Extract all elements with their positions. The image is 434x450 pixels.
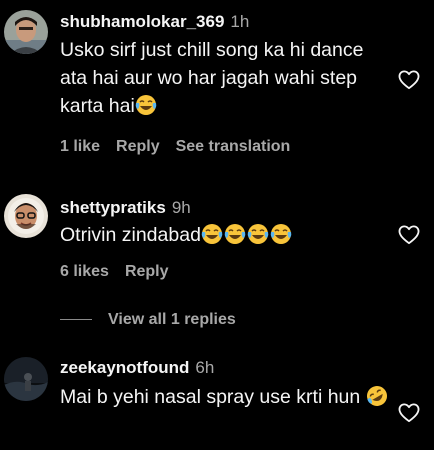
reply-button[interactable]: Reply <box>116 138 160 155</box>
comment-time: 9h <box>171 198 191 217</box>
comment-text: Mai b yehi nasal spray use krti hun <box>60 383 390 411</box>
comment-time: 6h <box>195 358 215 377</box>
avatar[interactable] <box>4 194 48 238</box>
face-with-tears-of-joy-icon <box>135 95 158 117</box>
face-with-tears-of-joy-icon <box>201 224 224 246</box>
likes-count[interactable]: 6 likes <box>60 263 109 280</box>
see-translation-button[interactable]: See translation <box>176 138 291 155</box>
reply-button[interactable]: Reply <box>125 263 169 280</box>
view-replies-label[interactable]: View all 1 replies <box>108 311 236 328</box>
comment-text: Otrivin zindabad <box>60 221 390 249</box>
comment-time: 1h <box>230 12 250 31</box>
comment-username[interactable]: zeekaynotfound <box>60 358 189 377</box>
comment-username[interactable]: shubhamolokar_369 <box>60 12 224 31</box>
heart-outline-icon[interactable] <box>398 70 420 90</box>
rolling-on-the-floor-laughing-icon <box>366 386 389 408</box>
comment-body: Usko sirf just chill song ka hi dance at… <box>60 39 364 117</box>
avatar[interactable] <box>4 357 48 401</box>
comment-body: Otrivin zindabad <box>60 224 201 246</box>
heart-outline-icon[interactable] <box>398 225 420 245</box>
view-replies-button[interactable]: View all 1 replies <box>60 311 236 329</box>
heart-outline-icon[interactable] <box>398 403 420 423</box>
face-with-tears-of-joy-icon <box>224 224 247 246</box>
comment-body: Mai b yehi nasal spray use krti hun <box>60 386 361 408</box>
face-with-tears-of-joy-icon <box>247 224 270 246</box>
comment-username[interactable]: shettypratiks <box>60 198 166 217</box>
comment-text: Usko sirf just chill song ka hi dance at… <box>60 36 390 120</box>
replies-divider-line <box>60 319 92 321</box>
face-with-tears-of-joy-icon <box>270 224 293 246</box>
likes-count[interactable]: 1 like <box>60 138 100 155</box>
avatar[interactable] <box>4 10 48 54</box>
